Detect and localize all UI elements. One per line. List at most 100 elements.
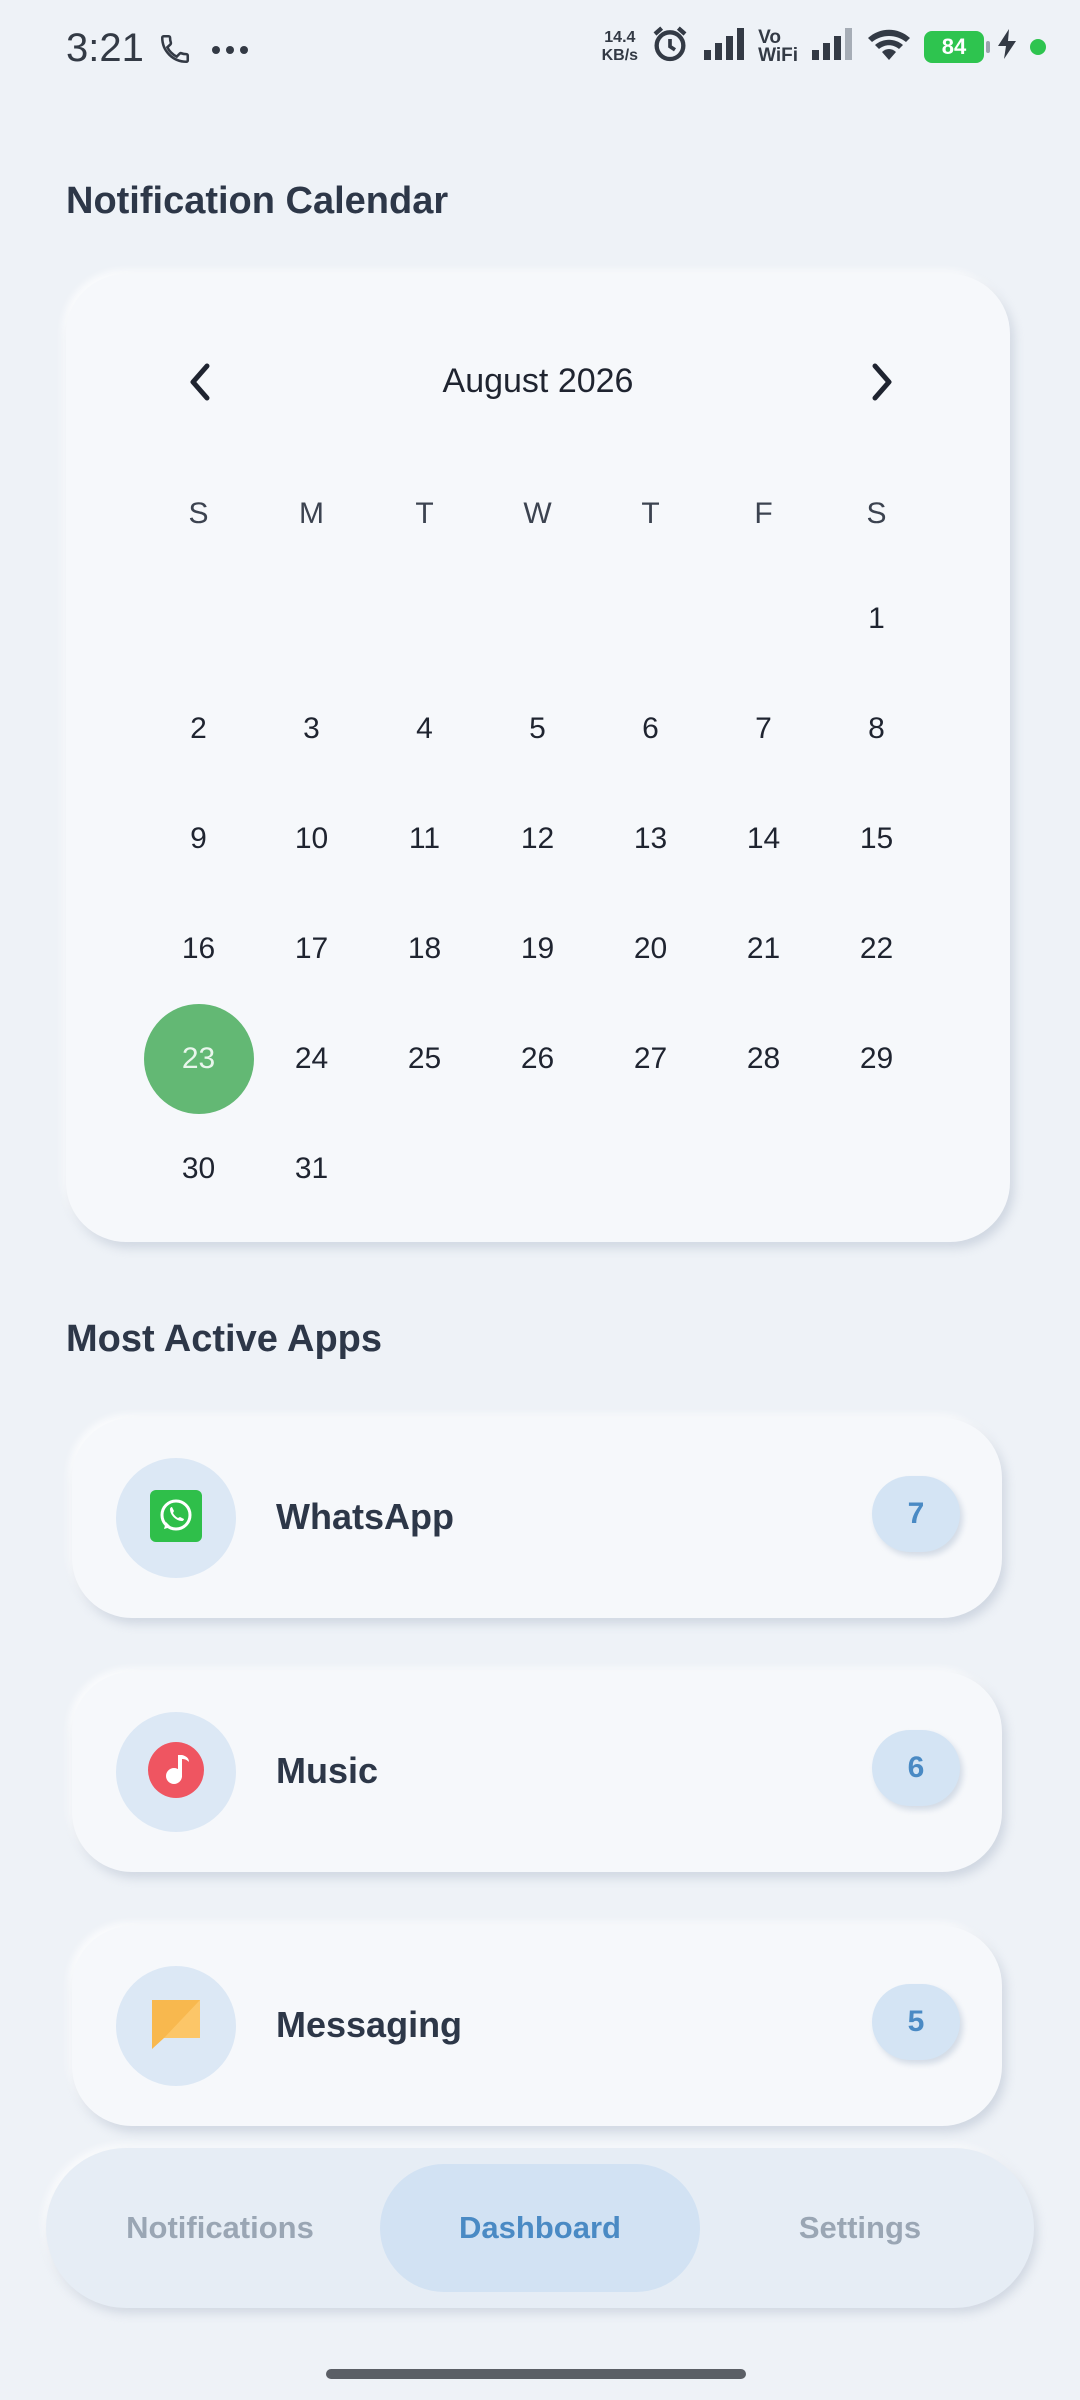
app-card-whatsapp[interactable]: WhatsApp 7	[72, 1418, 1002, 1618]
calendar-day[interactable]: 27	[594, 1004, 707, 1114]
next-month-button[interactable]	[856, 358, 908, 410]
calendar-empty-cell	[142, 564, 255, 674]
home-indicator[interactable]	[326, 2369, 746, 2379]
calendar-day[interactable]: 30	[142, 1114, 255, 1224]
calendar-empty-cell	[481, 564, 594, 674]
calendar-day[interactable]: 12	[481, 784, 594, 894]
calendar-day[interactable]: 2	[142, 674, 255, 784]
weekday-label: F	[754, 497, 773, 530]
calendar-week-row: 30 31	[142, 1114, 933, 1224]
calendar-day[interactable]: 9	[142, 784, 255, 894]
status-bar: 3:21 14.4 KB/s Vo WiFi 84	[0, 0, 1080, 100]
nav-tab-settings[interactable]: Settings	[710, 2164, 1010, 2292]
calendar-header: August 2026	[66, 354, 1010, 414]
calendar-day[interactable]: 20	[594, 894, 707, 1004]
calendar-day[interactable]: 4	[368, 674, 481, 784]
calendar-day[interactable]: 7	[707, 674, 820, 784]
calendar-day[interactable]: 13	[594, 784, 707, 894]
calendar-day[interactable]: 3	[255, 674, 368, 784]
status-left-icons	[158, 32, 250, 71]
calendar-week-row: 1	[142, 564, 933, 674]
calendar-empty-cell	[594, 564, 707, 674]
weekday-label: S	[866, 497, 887, 530]
alarm-icon	[650, 24, 690, 69]
app-count-badge: 5	[872, 1984, 960, 2060]
app-count-badge: 6	[872, 1730, 960, 1806]
calendar-day[interactable]: 14	[707, 784, 820, 894]
calendar-empty-cell	[820, 1114, 933, 1224]
nav-tab-notifications[interactable]: Notifications	[70, 2164, 370, 2292]
phone-call-icon	[158, 32, 192, 71]
bottom-navigation: Notifications Dashboard Settings	[46, 2148, 1034, 2308]
selected-day-label: 23	[143, 1004, 254, 1114]
calendar-day[interactable]: 10	[255, 784, 368, 894]
network-speed-value: 14.4	[604, 28, 636, 46]
more-dots-icon	[210, 43, 250, 61]
weekday-label: T	[641, 497, 660, 530]
charging-bolt-icon	[996, 28, 1018, 65]
app-icon-circle	[116, 1458, 236, 1578]
calendar-day[interactable]: 18	[368, 894, 481, 1004]
calendar-day[interactable]: 24	[255, 1004, 368, 1114]
most-active-apps-title: Most Active Apps	[66, 1318, 383, 1360]
messaging-icon	[149, 1997, 203, 2056]
calendar-empty-cell	[368, 564, 481, 674]
calendar-day[interactable]: 19	[481, 894, 594, 1004]
status-time: 3:21	[66, 26, 144, 70]
calendar-day[interactable]: 16	[142, 894, 255, 1004]
wifi-icon	[866, 26, 912, 67]
calendar-day[interactable]: 22	[820, 894, 933, 1004]
whatsapp-icon	[150, 1489, 202, 1547]
weekday-label: W	[523, 497, 552, 530]
network-speed: 14.4 KB/s	[602, 29, 638, 65]
calendar-days-grid: 1 2 3 4 5 6 7 8 9 10 11 12 13 14 15 16 17 18 19 20 21 22 23 24 2…	[142, 564, 933, 1224]
calendar-day[interactable]: 31	[255, 1114, 368, 1224]
signal-icon	[702, 26, 746, 67]
calendar-week-row: 16 17 18 19 20 21 22	[142, 894, 933, 1004]
chevron-right-icon	[867, 362, 897, 407]
vowifi-indicator: Vo WiFi	[758, 26, 798, 66]
calendar-weekday-row: S M T W T F S	[142, 492, 933, 536]
app-name: WhatsApp	[276, 1496, 454, 1537]
calendar-day[interactable]: 1	[820, 564, 933, 674]
app-icon-circle	[116, 1712, 236, 1832]
calendar-day[interactable]: 28	[707, 1004, 820, 1114]
vowifi-top: Vo	[758, 26, 781, 48]
calendar-empty-cell	[707, 1114, 820, 1224]
signal-2-icon	[810, 26, 854, 67]
network-speed-unit: KB/s	[601, 46, 639, 64]
calendar-day[interactable]: 8	[820, 674, 933, 784]
weekday-label: M	[299, 497, 324, 530]
calendar-day[interactable]: 11	[368, 784, 481, 894]
app-card-music[interactable]: Music 6	[72, 1672, 1002, 1872]
app-count-badge: 7	[872, 1476, 960, 1552]
battery-indicator: 84	[924, 30, 990, 63]
calendar-day[interactable]: 25	[368, 1004, 481, 1114]
app-card-messaging[interactable]: Messaging 5	[72, 1926, 1002, 2126]
calendar-day[interactable]: 21	[707, 894, 820, 1004]
calendar-empty-cell	[707, 564, 820, 674]
calendar-empty-cell	[594, 1114, 707, 1224]
privacy-indicator-dot	[1030, 38, 1046, 55]
weekday-label: T	[415, 497, 434, 530]
calendar-day-selected[interactable]: 23	[142, 1004, 255, 1114]
app-name: Messaging	[276, 2004, 463, 2045]
calendar-day[interactable]: 15	[820, 784, 933, 894]
weekday-label: S	[188, 497, 209, 530]
vowifi-bottom: WiFi	[758, 44, 798, 66]
calendar-day[interactable]: 26	[481, 1004, 594, 1114]
calendar-day[interactable]: 6	[594, 674, 707, 784]
app-icon-circle	[116, 1966, 236, 2086]
nav-tab-dashboard[interactable]: Dashboard	[380, 2164, 700, 2292]
calendar-card: August 2026 S M T W T F S 1 2 3 4 5 6 7 8 9 10 11 1…	[66, 274, 1010, 1242]
calendar-day[interactable]: 5	[481, 674, 594, 784]
calendar-week-row: 2345678	[142, 674, 933, 784]
calendar-week-row: 23 24 25 26 27 28 29	[142, 1004, 933, 1114]
calendar-empty-cell	[255, 564, 368, 674]
calendar-empty-cell	[481, 1114, 594, 1224]
calendar-day[interactable]: 17	[255, 894, 368, 1004]
calendar-day[interactable]: 29	[820, 1004, 933, 1114]
status-right-icons: 14.4 KB/s Vo WiFi 84	[602, 24, 1046, 69]
app-name: Music	[276, 1750, 379, 1791]
calendar-empty-cell	[368, 1114, 481, 1224]
